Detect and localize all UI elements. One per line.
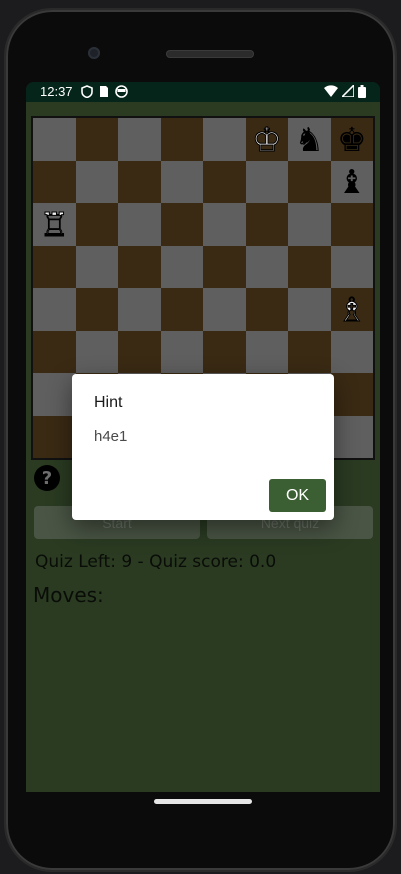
earpiece-speaker [166,50,254,58]
front-camera [88,47,100,59]
ok-button[interactable]: OK [269,479,326,512]
home-indicator[interactable] [154,799,252,804]
hint-dialog: Hint h4e1 OK [72,374,334,520]
app-screen: 12:37 ♔ ♞ ♚ ♝ ♖ ♗ ? Start Next quiz Quiz Left… [26,82,380,792]
dialog-title: Hint [94,394,123,411]
dialog-message: h4e1 [94,428,128,445]
